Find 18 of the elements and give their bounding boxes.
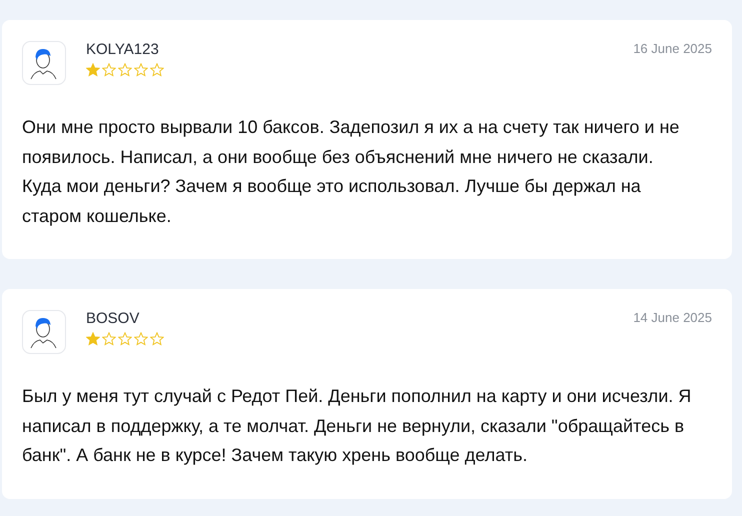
avatar-icon bbox=[22, 41, 66, 85]
star-icon bbox=[86, 332, 100, 346]
star-icon bbox=[118, 63, 132, 77]
review-date: 14 June 2025 bbox=[633, 310, 712, 325]
star-icon bbox=[118, 332, 132, 346]
author-name: BOSOV bbox=[86, 310, 140, 328]
avatar-icon bbox=[22, 310, 66, 354]
star-icon bbox=[102, 332, 116, 346]
review-text: Был у меня тут случай с Редот Пей. Деньги пополнил на карту и они исчезли. Я написал в поддержку, а те молчат. Деньги не вернули, сказали "обращайтесь в банк". А банк не в курсе! Зачем такую хрень вообще делать. bbox=[22, 385, 692, 467]
star-icon bbox=[150, 332, 164, 346]
star-icon bbox=[102, 63, 116, 77]
star-icon bbox=[86, 63, 100, 77]
star-icon bbox=[150, 63, 164, 77]
review-text: Они мне просто вырвали 10 баксов. Задепозил я их а на счету так ничего и не появилось. Написал, а они вообще без объяснений мне ничего не сказали. Куда мои деньги? Зачем я вообще это использовал. Лучше бы держал на старом кошельке. bbox=[22, 116, 680, 228]
author-name: KOLYA123 bbox=[86, 41, 160, 59]
star-icon bbox=[134, 332, 148, 346]
star-icon bbox=[134, 63, 148, 77]
review-date: 16 June 2025 bbox=[633, 41, 712, 56]
